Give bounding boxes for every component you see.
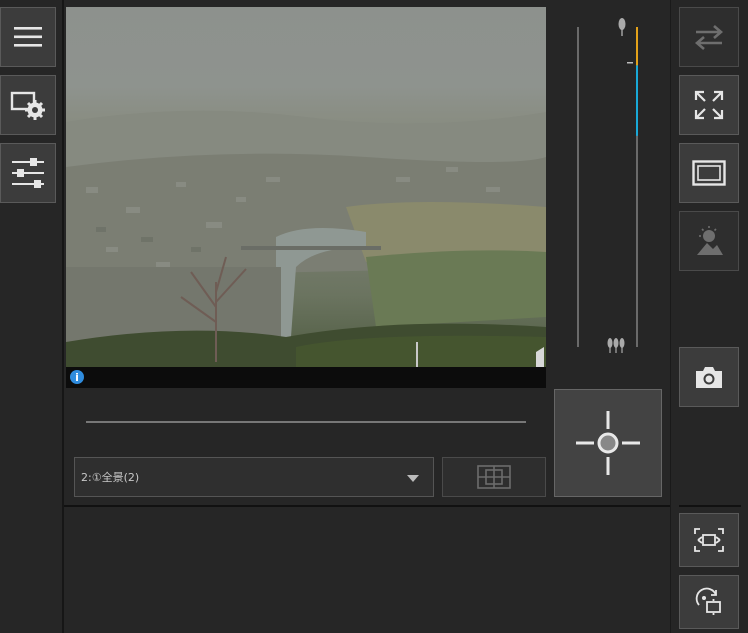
frame-button[interactable] <box>679 143 739 203</box>
bottom-divider <box>64 505 670 507</box>
left-toolbar <box>0 0 64 633</box>
fit-screen-button[interactable] <box>679 513 739 567</box>
multi-screen-grid-icon <box>477 465 511 489</box>
right-divider <box>679 505 741 507</box>
crosshair-icon <box>576 411 640 475</box>
right-toolbar <box>670 0 748 633</box>
hamburger-menu-icon <box>14 27 42 47</box>
sliders-icon <box>12 158 44 188</box>
zoom-slider-panel <box>552 7 670 387</box>
settings-button[interactable] <box>0 75 56 135</box>
frame-icon <box>692 160 726 186</box>
scene-adjust-icon <box>697 226 723 255</box>
expand-arrows-icon <box>694 90 724 120</box>
rotate-view-icon <box>695 587 721 615</box>
fullscreen-button[interactable] <box>679 75 739 135</box>
swap-button[interactable] <box>679 7 739 67</box>
video-info-bar: i <box>66 367 546 388</box>
scene-adjust-button[interactable] <box>679 211 739 271</box>
trees-icon-bottom <box>607 338 625 353</box>
rotate-view-button[interactable] <box>679 575 739 629</box>
ptz-center-button[interactable] <box>554 389 662 497</box>
chevron-down-icon <box>407 475 419 482</box>
image-adjust-button[interactable] <box>0 143 56 203</box>
menu-button[interactable] <box>0 7 56 67</box>
preset-select-value: 2:①全景(2) <box>81 471 140 484</box>
tree-icon-top <box>618 18 626 36</box>
preset-select[interactable]: 2:①全景(2) <box>74 457 434 497</box>
snapshot-button[interactable] <box>679 347 739 407</box>
camera-live-view[interactable] <box>66 7 546 367</box>
fit-screen-icon <box>694 528 724 552</box>
zoom-slider[interactable] <box>552 7 670 387</box>
monitor-settings-icon <box>10 91 45 120</box>
timeline-bar[interactable] <box>86 421 526 423</box>
swap-arrows-icon <box>695 25 723 50</box>
city-landscape-image <box>66 110 546 367</box>
camera-icon <box>696 367 722 388</box>
info-icon[interactable]: i <box>70 370 84 384</box>
multi-screen-button[interactable] <box>442 457 546 497</box>
